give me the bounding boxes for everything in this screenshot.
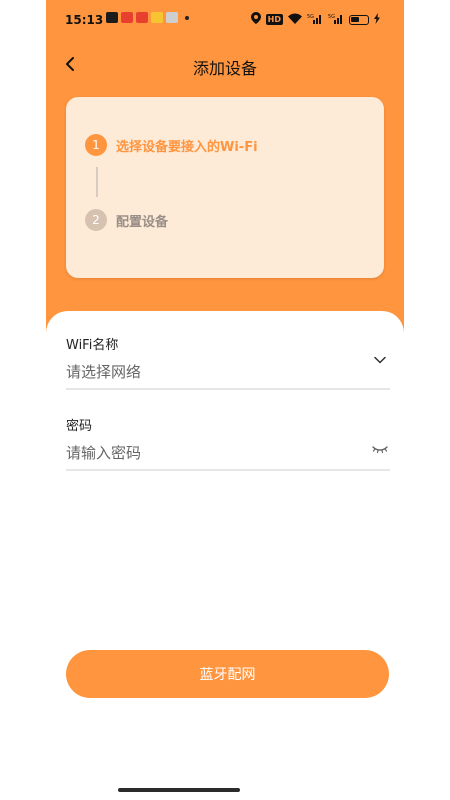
notification-icons (106, 12, 189, 23)
status-indicators: HD 5G 5G (250, 12, 380, 27)
app-notification-icon (166, 12, 178, 23)
cellular-signal-icon-2: 5G (328, 13, 344, 27)
form-sheet: WiFi名称 请选择网络 密码 请输入密码 蓝牙配网 (46, 311, 404, 800)
wifi-signal-icon (288, 13, 302, 27)
eye-closed-icon[interactable] (370, 439, 390, 459)
location-icon (250, 12, 261, 27)
app-notification-icon (151, 12, 163, 23)
password-label: 密码 (66, 419, 93, 434)
chevron-down-icon[interactable] (370, 350, 390, 370)
navigation-bar: 添加设备 (46, 46, 404, 84)
cellular-signal-icon: 5G (307, 13, 323, 27)
step-label: 选择设备要接入的Wi-Fi (116, 139, 258, 155)
password-field: 密码 请输入密码 (66, 415, 390, 471)
step-number-badge: 2 (85, 209, 107, 231)
step-number-badge: 1 (85, 134, 107, 156)
home-indicator[interactable] (118, 788, 240, 792)
more-notifications-dot (185, 15, 189, 20)
app-notification-icon (121, 12, 133, 23)
svg-text:5G: 5G (328, 14, 335, 20)
field-underline (66, 469, 390, 471)
wifi-name-field: WiFi名称 请选择网络 (66, 334, 390, 390)
app-notification-icon (136, 12, 148, 23)
battery-icon (349, 14, 369, 25)
status-time: 15:13 (65, 13, 104, 27)
step-item-configure-device: 2 配置设备 (85, 209, 168, 231)
svg-text:5G: 5G (307, 14, 314, 20)
wifi-name-label: WiFi名称 (66, 338, 119, 353)
wifi-name-placeholder: 请选择网络 (66, 362, 142, 381)
step-connector-line (96, 167, 98, 197)
status-bar: 15:13 HD 5G 5G (46, 0, 404, 40)
field-underline (66, 388, 390, 390)
wechat-icon (106, 12, 118, 23)
bluetooth-network-button[interactable]: 蓝牙配网 (66, 650, 389, 698)
page-title: 添加设备 (192, 59, 257, 78)
password-input[interactable]: 请输入密码 (66, 440, 390, 464)
password-placeholder: 请输入密码 (66, 443, 142, 462)
hd-badge: HD (265, 14, 283, 25)
steps-card: 1 选择设备要接入的Wi-Fi 2 配置设备 (66, 97, 384, 278)
phone-screen: 15:13 HD 5G 5G 添加设备 1 选择设备要接入的Wi-Fi 2 配置… (46, 0, 404, 800)
charging-icon (374, 12, 380, 27)
wifi-name-select[interactable]: 请选择网络 (66, 356, 390, 383)
step-label: 配置设备 (116, 214, 169, 230)
step-item-select-wifi: 1 选择设备要接入的Wi-Fi (85, 134, 258, 156)
